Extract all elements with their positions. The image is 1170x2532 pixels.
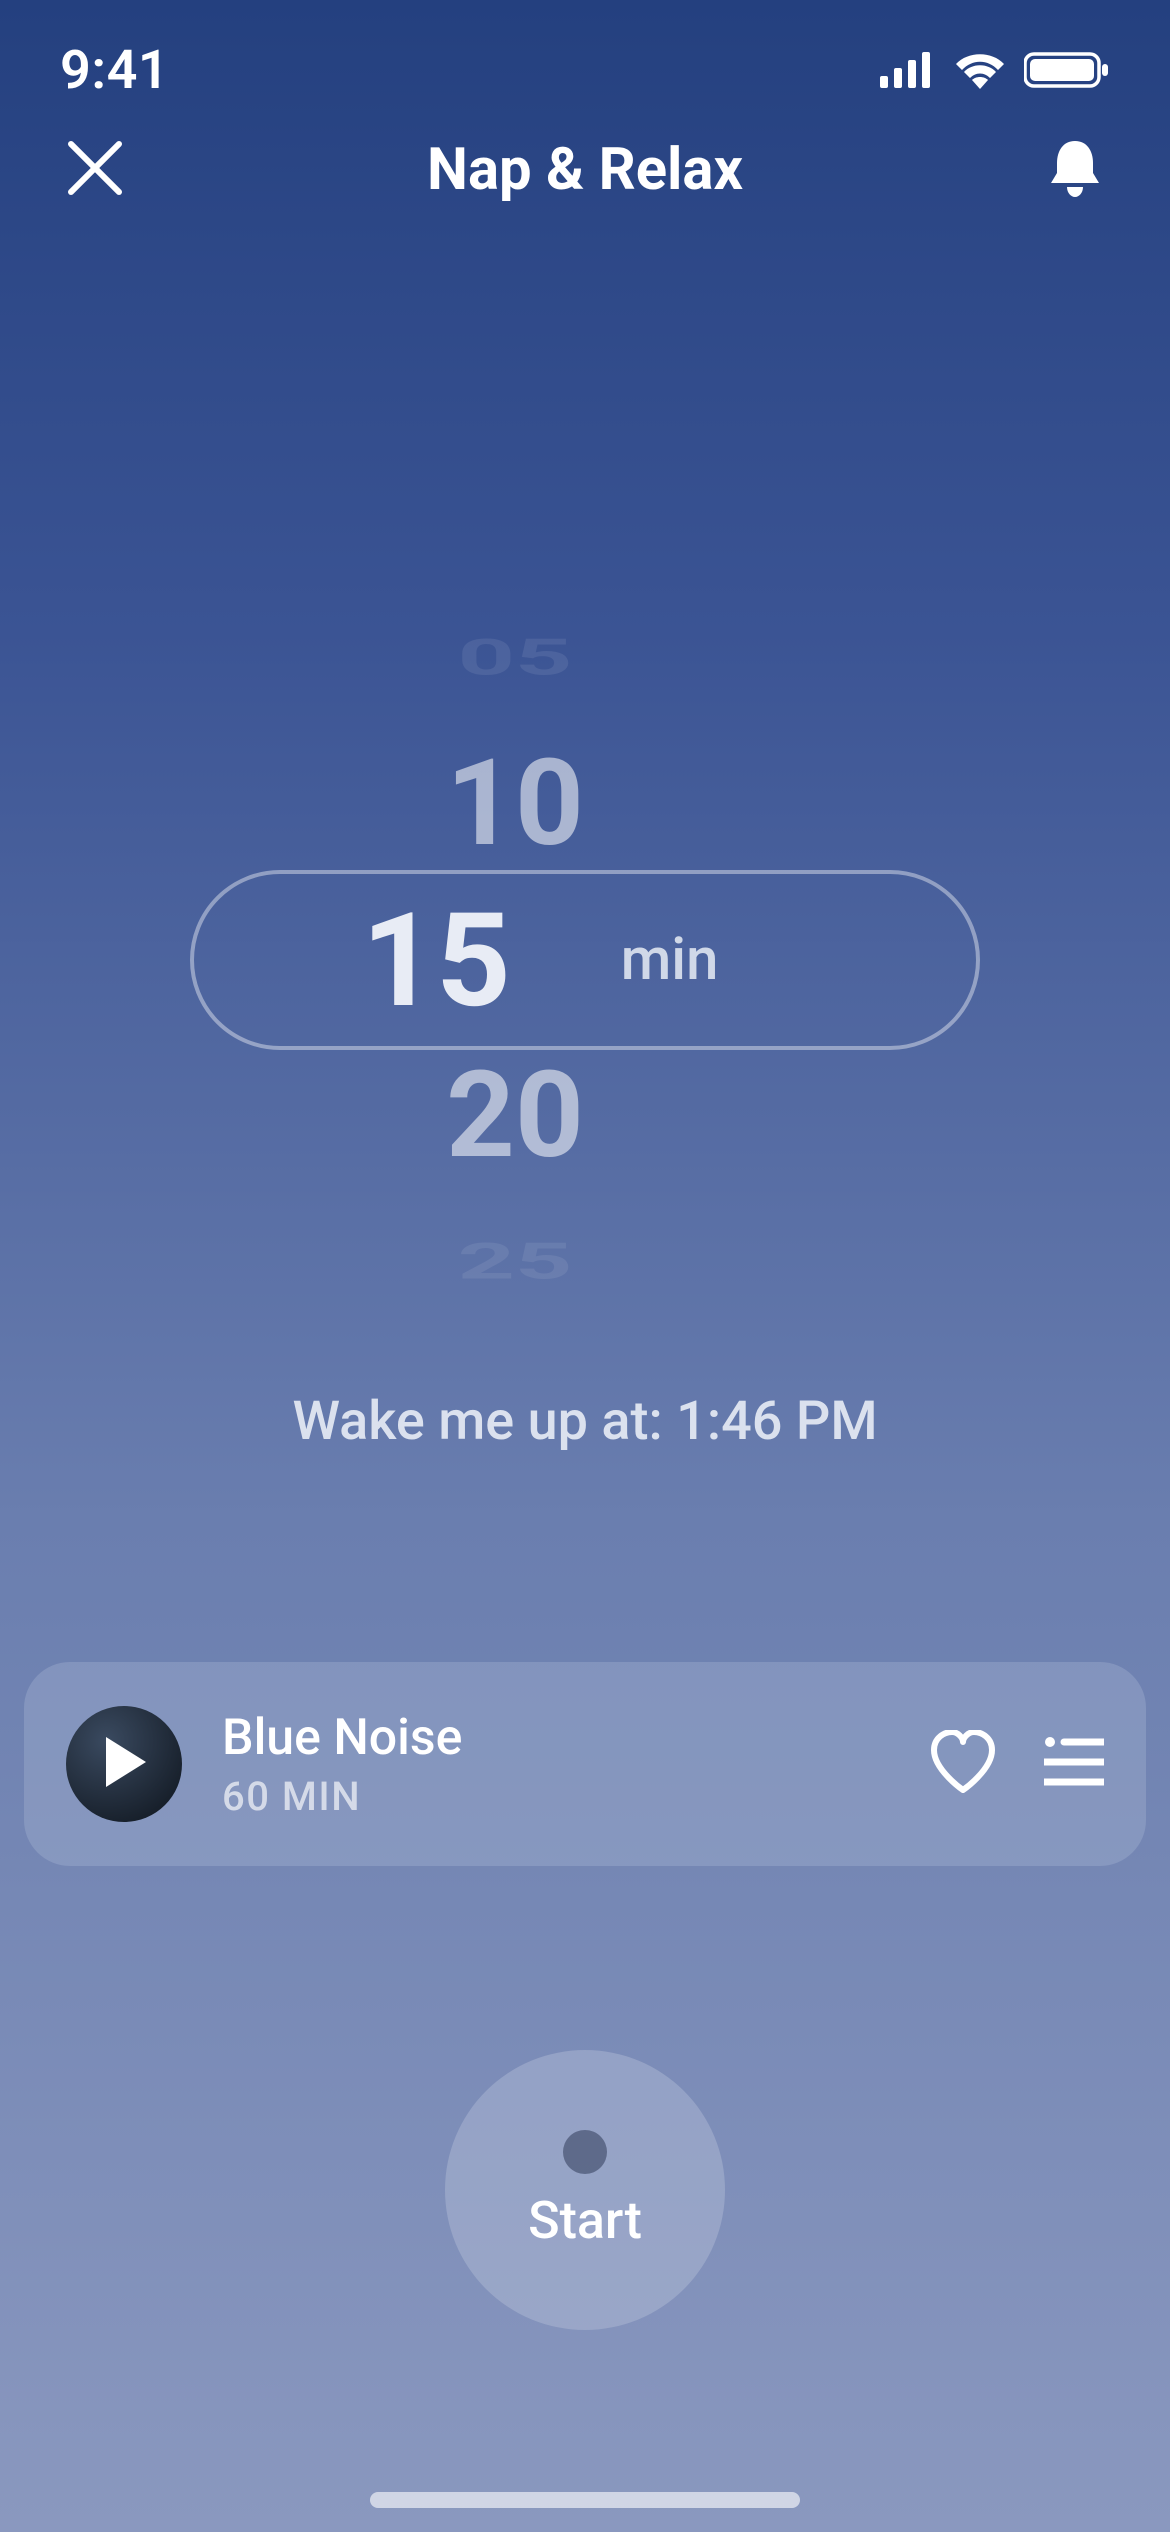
play-button[interactable] xyxy=(66,1706,182,1822)
start-label: Start xyxy=(528,2190,642,2251)
sound-meta: Blue Noise 60 MIN xyxy=(222,1709,928,1820)
wifi-icon xyxy=(954,51,1006,89)
start-button[interactable]: Start xyxy=(445,2050,725,2330)
cellular-icon xyxy=(880,52,936,88)
status-bar: 9:41 xyxy=(0,0,1170,110)
picker-option: 10 xyxy=(446,744,584,864)
favorite-button[interactable] xyxy=(928,1730,998,1798)
sound-duration: 60 MIN xyxy=(222,1773,928,1820)
start-dot-icon xyxy=(563,2130,607,2174)
close-icon xyxy=(65,138,125,202)
battery-icon xyxy=(1024,50,1110,90)
picker-option: 20 xyxy=(446,1056,584,1176)
close-button[interactable] xyxy=(50,125,140,215)
list-icon xyxy=(1044,1736,1104,1788)
picker-selected: 15 min xyxy=(190,870,980,1050)
bell-icon xyxy=(1047,137,1103,203)
picker-option: 05 xyxy=(458,633,573,683)
header: Nap & Relax xyxy=(0,110,1170,230)
status-indicators xyxy=(880,50,1110,90)
page-title: Nap & Relax xyxy=(140,136,1030,204)
status-time: 9:41 xyxy=(60,39,169,102)
home-indicator[interactable] xyxy=(370,2492,800,2508)
duration-picker[interactable]: 05 10 15 20 25 15 min xyxy=(0,650,1170,1270)
sound-card[interactable]: Blue Noise 60 MIN xyxy=(24,1662,1146,1866)
play-icon xyxy=(102,1737,146,1791)
picker-selected-value: 15 xyxy=(362,884,511,1037)
wake-time-label: Wake me up at: 1:46 PM xyxy=(0,1390,1170,1453)
heart-icon xyxy=(928,1730,998,1794)
picker-unit: min xyxy=(621,926,719,994)
picker-option: 25 xyxy=(458,1237,573,1287)
playlist-button[interactable] xyxy=(1044,1736,1104,1792)
sound-title: Blue Noise xyxy=(222,1709,928,1767)
alarm-bell-button[interactable] xyxy=(1030,125,1120,215)
